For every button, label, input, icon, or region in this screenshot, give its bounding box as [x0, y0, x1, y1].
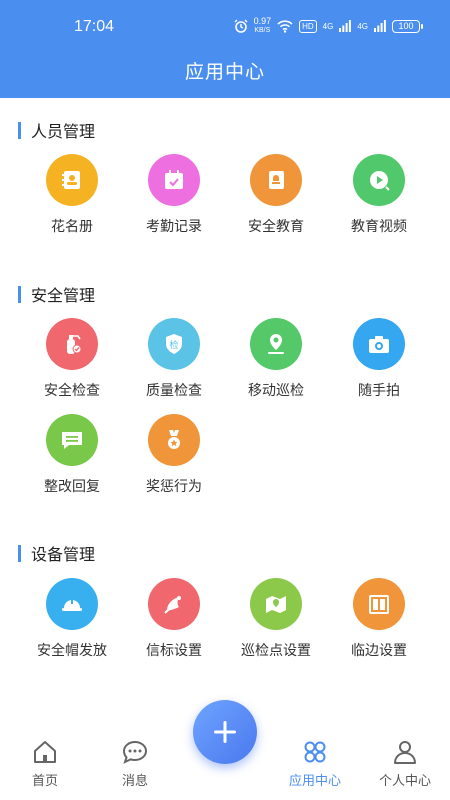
app-label: 巡检点设置: [241, 642, 311, 658]
section-title-safety: 安全管理: [18, 282, 95, 306]
app-helmet-issue[interactable]: 安全帽发放: [20, 578, 124, 660]
section-accent-bar: [18, 285, 21, 303]
section-accent-bar: [18, 544, 21, 562]
app-label: 安全检查: [44, 382, 100, 398]
section-title-label: 设备管理: [31, 547, 96, 564]
tab-label: 应用中心: [288, 773, 341, 788]
app-quality-check[interactable]: 检 质量检查: [122, 318, 226, 400]
home-icon: [34, 741, 56, 763]
section-title-label: 人员管理: [31, 124, 96, 141]
app-beacon-settings[interactable]: 信标设置: [122, 578, 226, 660]
app-mobile-patrol[interactable]: 移动巡检: [224, 318, 328, 400]
video-play-icon: [353, 154, 405, 206]
signal-icon-1: [339, 20, 352, 32]
svg-text:检: 检: [169, 339, 178, 351]
network-speed-value: 0.97: [253, 16, 272, 26]
app-label: 安全帽发放: [37, 642, 107, 658]
app-label: 移动巡检: [248, 382, 304, 398]
app-patrol-point-settings[interactable]: 巡检点设置: [224, 578, 328, 660]
edge-barrier-icon: [353, 578, 405, 630]
message-icon: [122, 740, 148, 764]
section-accent-bar: [18, 121, 21, 139]
app-header: 17:04 0.97 KB/S HD 4G 4G 100 应用中心: [0, 0, 450, 98]
app-roster[interactable]: 花名册: [20, 154, 124, 236]
roster-icon: [46, 154, 98, 206]
status-time: 17:04: [74, 18, 115, 35]
app-reward-punish[interactable]: 奖惩行为: [122, 414, 226, 496]
section-title-label: 安全管理: [31, 288, 96, 305]
signal-4g-label-1: 4G: [322, 21, 334, 31]
app-edge-settings[interactable]: 临边设置: [327, 578, 431, 660]
tab-label: 消息: [121, 773, 148, 788]
signal-icon-2: [374, 20, 386, 32]
app-label: 临边设置: [351, 642, 407, 658]
network-speed-unit: KB/S: [254, 27, 271, 34]
profile-icon: [394, 741, 416, 764]
quality-inspection-icon: 检: [148, 318, 200, 370]
tab-profile[interactable]: 个人中心: [360, 738, 450, 789]
app-label: 随手拍: [358, 382, 400, 398]
section-title-equipment: 设备管理: [18, 541, 95, 565]
battery-icon: 100: [392, 19, 423, 33]
app-rectification-reply[interactable]: 整改回复: [20, 414, 124, 496]
page-title: 应用中心: [184, 62, 265, 83]
app-education-video[interactable]: 教育视频: [327, 154, 431, 236]
beacon-icon: [148, 578, 200, 630]
app-attendance[interactable]: 考勤记录: [122, 154, 226, 236]
app-snapshot[interactable]: 随手拍: [327, 318, 431, 400]
app-label: 教育视频: [351, 218, 407, 234]
app-safety-education[interactable]: 安全教育: [224, 154, 328, 236]
location-pin-icon: [250, 318, 302, 370]
app-center-icon: [304, 741, 326, 763]
app-label: 考勤记录: [146, 218, 202, 234]
app-label: 安全教育: [248, 218, 304, 234]
status-bar: 17:04 0.97 KB/S HD 4G 4G 100: [0, 0, 450, 48]
app-label: 质量检查: [146, 382, 202, 398]
app-label: 信标设置: [146, 642, 202, 658]
medal-icon: [148, 414, 200, 466]
network-speed: 0.97 KB/S: [254, 17, 272, 35]
app-label: 奖惩行为: [146, 478, 202, 494]
tab-home[interactable]: 首页: [0, 738, 90, 789]
tab-label: 个人中心: [378, 773, 431, 788]
tab-messages[interactable]: 消息: [90, 738, 180, 789]
app-safety-check[interactable]: 安全检查: [20, 318, 124, 400]
safety-helmet-icon: [46, 578, 98, 630]
app-label: 花名册: [51, 218, 93, 234]
section-title-personnel: 人员管理: [18, 118, 95, 142]
tab-label: 首页: [31, 773, 58, 788]
map-point-icon: [250, 578, 302, 630]
plus-icon: [214, 721, 236, 743]
chat-reply-icon: [46, 414, 98, 466]
safety-education-icon: [250, 154, 302, 206]
fire-extinguisher-icon: [46, 318, 98, 370]
attendance-calendar-icon: [148, 154, 200, 206]
camera-icon: [353, 318, 405, 370]
tab-app-center[interactable]: 应用中心: [270, 738, 360, 789]
app-label: 整改回复: [44, 478, 100, 494]
wifi-icon: [277, 19, 293, 33]
status-icons: 0.97 KB/S HD 4G 4G 100: [234, 17, 423, 35]
alarm-icon: [234, 19, 248, 33]
add-fab-button[interactable]: [193, 700, 257, 764]
hd-badge: HD: [299, 19, 317, 33]
signal-4g-label-2: 4G: [357, 21, 368, 31]
